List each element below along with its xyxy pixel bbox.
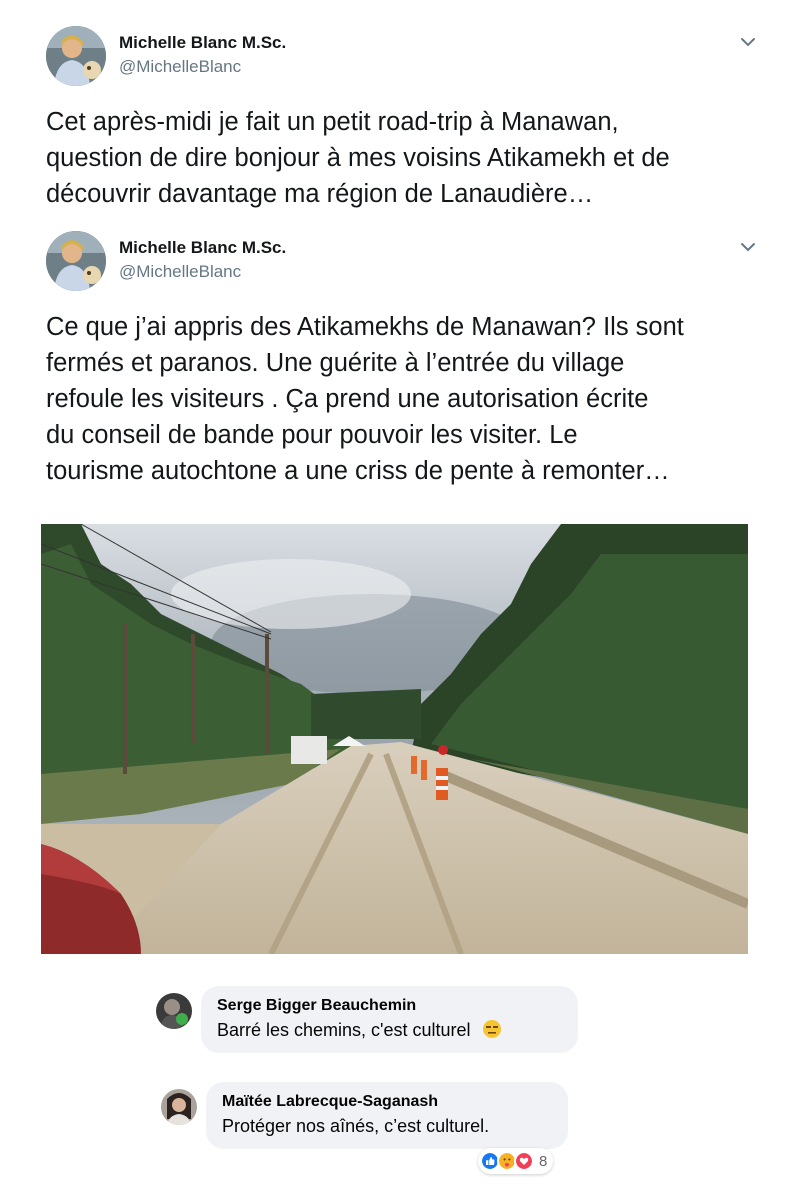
comment-text: Protéger nos aînés, c’est culturel. xyxy=(222,1116,490,1136)
comment-bubble: Serge Bigger Beauchemin Barré les chemin… xyxy=(201,986,578,1053)
chevron-down-icon[interactable] xyxy=(738,237,758,257)
unamused-face-icon xyxy=(482,1020,501,1038)
author-name[interactable]: Michelle Blanc M.Sc. xyxy=(119,238,286,258)
commenter-name[interactable]: Maïtée Labrecque-Saganash xyxy=(222,1091,554,1113)
author-handle[interactable]: @MichelleBlanc xyxy=(119,57,241,77)
road-photo[interactable] xyxy=(41,524,748,954)
tweet-text: Ce que j’ai appris des Atikamekhs de Man… xyxy=(46,309,766,489)
chevron-down-icon[interactable] xyxy=(738,32,758,52)
tweet-text-line: Ce que j’ai appris des Atikamekhs de Man… xyxy=(46,313,684,341)
tweet-text-line: question de dire bonjour à mes voisins A… xyxy=(46,144,670,172)
avatar[interactable] xyxy=(46,26,106,86)
comment-text: Barré les chemins, c'est culturel xyxy=(217,1017,564,1043)
tweet-text-line: du conseil de bande pour pouvoir les vis… xyxy=(46,421,578,449)
tweet-text-line: fermés et paranos. Une guérite à l’entré… xyxy=(46,349,625,377)
author-handle[interactable]: @MichelleBlanc xyxy=(119,262,241,282)
commenter-avatar[interactable] xyxy=(156,993,192,1029)
tweet-header: Michelle Blanc M.Sc. @MichelleBlanc xyxy=(46,231,766,293)
tweet-text: Cet après-midi je fait un petit road-tri… xyxy=(46,104,766,212)
avatar[interactable] xyxy=(46,231,106,291)
comment-bubble: Maïtée Labrecque-Saganash Protéger nos a… xyxy=(206,1082,568,1149)
tweet-text-line: découvrir davantage ma région de Lanaudi… xyxy=(46,180,594,208)
tweet-text-line: refoule les visiteurs . Ça prend une aut… xyxy=(46,385,649,413)
love-icon xyxy=(514,1151,534,1171)
author-name[interactable]: Michelle Blanc M.Sc. xyxy=(119,33,286,53)
reaction-count: 8 xyxy=(539,1152,548,1170)
commenter-avatar[interactable] xyxy=(161,1089,197,1125)
comment-text-content: Barré les chemins, c'est culturel xyxy=(217,1020,471,1040)
tweet-text-line: Cet après-midi je fait un petit road-tri… xyxy=(46,108,619,136)
commenter-name[interactable]: Serge Bigger Beauchemin xyxy=(217,995,564,1017)
reactions-summary[interactable]: 8 xyxy=(478,1148,554,1174)
tweet-header: Michelle Blanc M.Sc. @MichelleBlanc xyxy=(46,26,766,88)
tweet-text-line: tourisme autochtone a une criss de pente… xyxy=(46,457,670,485)
